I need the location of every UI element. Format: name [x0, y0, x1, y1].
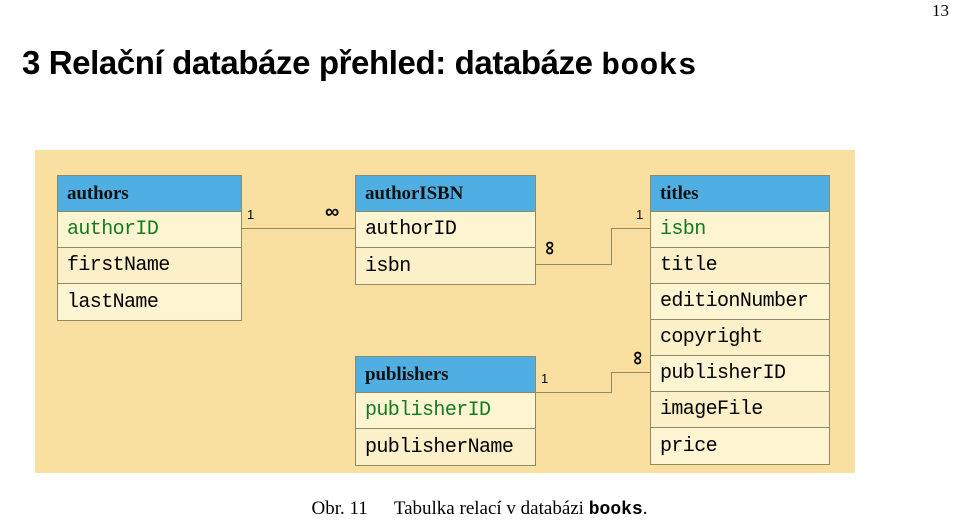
- connector-publishers-titles-seg3: [611, 372, 650, 373]
- cardinality-authors-one: 1: [247, 207, 255, 222]
- entity-header-authorisbn: authorISBN: [356, 176, 535, 212]
- figure-caption-period: .: [642, 498, 648, 519]
- entity-field-titles-copyright: copyright: [651, 320, 829, 356]
- page-title-text: 3 Relační databáze přehled: databáze: [22, 44, 602, 82]
- connector-publishers-titles-seg1: [535, 392, 611, 393]
- figure-caption: Obr. 11 Tabulka relací v databázi books.: [0, 498, 959, 520]
- er-diagram-panel: 1 ∞ ∞ 1 1 ∞ authors authorID firstName l…: [35, 150, 855, 473]
- connector-authorisbn-titles-seg3: [611, 228, 650, 229]
- cardinality-authorisbn-isbn-many: ∞: [539, 240, 562, 256]
- entity-table-authors[interactable]: authors authorID firstName lastName: [57, 175, 242, 321]
- entity-field-titles-editionnumber: editionNumber: [651, 284, 829, 320]
- entity-table-titles[interactable]: titles isbn title editionNumber copyrigh…: [650, 175, 830, 465]
- page-title-database-name: books: [601, 49, 697, 85]
- entity-header-authors: authors: [58, 176, 241, 212]
- entity-field-titles-publisherid: publisherID: [651, 356, 829, 392]
- connector-publishers-titles-seg2: [611, 372, 612, 393]
- cardinality-titles-publisherid-many: ∞: [627, 350, 650, 366]
- entity-field-authors-authorid: authorID: [58, 212, 241, 248]
- connector-authorisbn-titles-seg2: [611, 228, 612, 265]
- entity-field-authors-lastname: lastName: [58, 284, 241, 320]
- entity-field-authorisbn-authorid: authorID: [356, 212, 535, 248]
- entity-table-publishers[interactable]: publishers publisherID publisherName: [355, 356, 536, 466]
- entity-field-titles-price: price: [651, 428, 829, 464]
- entity-header-publishers: publishers: [356, 357, 535, 393]
- entity-field-titles-title: title: [651, 248, 829, 284]
- entity-field-titles-isbn: isbn: [651, 212, 829, 248]
- page-number: 13: [932, 1, 949, 20]
- cardinality-authorisbn-many: ∞: [325, 201, 340, 223]
- entity-header-titles: titles: [651, 176, 829, 212]
- page-title: 3 Relační databáze přehled: databáze boo…: [22, 44, 942, 85]
- figure-caption-text: Tabulka relací v databázi: [393, 498, 589, 519]
- connector-authorisbn-titles-seg1: [535, 264, 611, 265]
- entity-field-authorisbn-isbn: isbn: [356, 248, 535, 284]
- entity-field-publishers-publisherid: publisherID: [356, 393, 535, 429]
- entity-field-titles-imagefile: imageFile: [651, 392, 829, 428]
- cardinality-titles-isbn-one: 1: [636, 207, 644, 222]
- cardinality-publishers-one: 1: [541, 371, 549, 386]
- entity-field-publishers-publishername: publisherName: [356, 429, 535, 465]
- connector-authors-authorisbn: [241, 228, 355, 229]
- figure-caption-database-name: books: [588, 500, 643, 520]
- entity-field-authors-firstname: firstName: [58, 248, 241, 284]
- figure-caption-label: Obr. 11: [311, 498, 368, 519]
- entity-table-authorisbn[interactable]: authorISBN authorID isbn: [355, 175, 536, 285]
